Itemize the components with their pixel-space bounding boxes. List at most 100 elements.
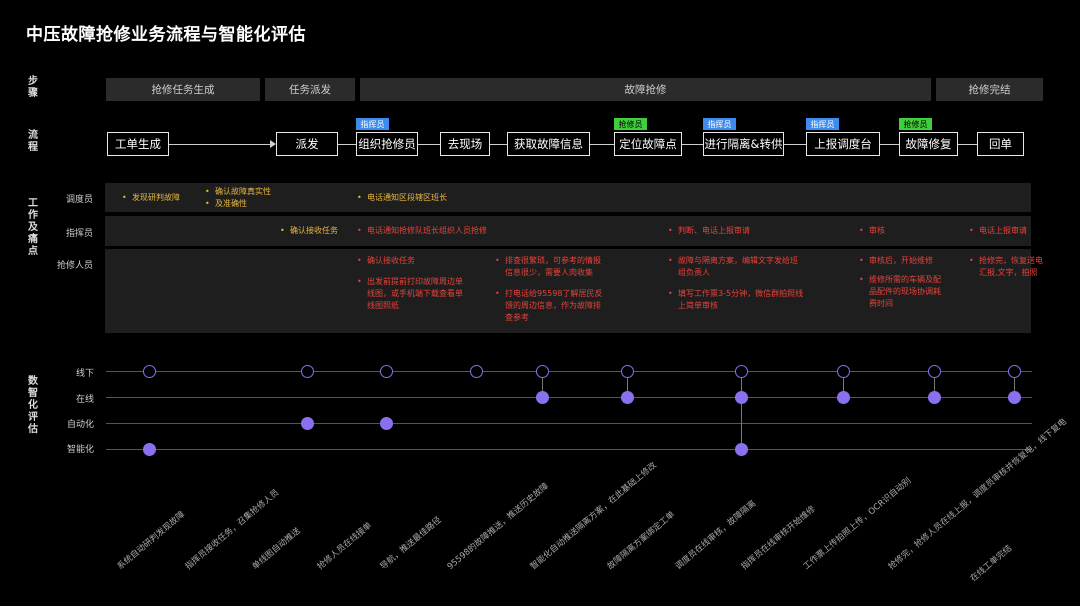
note-text: 出发前提前打印故障周边单	[367, 277, 463, 286]
note-text: 判断、电话上报审请	[678, 226, 750, 235]
flow-connector	[880, 144, 900, 145]
tag-commander: 指挥员	[356, 118, 389, 130]
note-text: 品配件的现场协调耗	[869, 287, 941, 296]
connector-line	[627, 378, 628, 391]
dot-offline	[470, 365, 483, 378]
eval-label: 抢修完，抢修人员在线上报，调度员审核并恢复电，线下复电	[886, 416, 1069, 572]
note-bullet: •	[280, 226, 285, 235]
dot-online	[735, 391, 748, 404]
note-bullet: •	[668, 256, 673, 265]
note-text: 抢修完，恢复送电	[979, 256, 1043, 265]
note-text: 及准确性	[215, 199, 247, 208]
tag-commander: 指挥员	[806, 118, 839, 130]
band-commander	[105, 216, 1031, 246]
note-text: 组负责人	[678, 268, 710, 277]
note-text: 填写工作票3-5分钟，微信群拍照线	[678, 289, 804, 298]
dot-automation	[301, 417, 314, 430]
note-text: 确认故障真实性	[215, 187, 271, 196]
connector-line	[934, 378, 935, 391]
note-bullet: •	[668, 289, 673, 298]
step-task-generation: 抢修任务生成	[106, 78, 260, 101]
note-bullet: •	[205, 187, 210, 196]
note-text: 审核	[869, 226, 885, 235]
dot-online	[536, 391, 549, 404]
flow-connector	[682, 144, 704, 145]
flow-connector	[784, 144, 806, 145]
flow-connector	[590, 144, 614, 145]
flow-organize-crew: 组织抢修员	[356, 132, 418, 156]
step-dispatch: 任务派发	[265, 78, 355, 101]
dot-automation	[380, 417, 393, 430]
connector-line	[1014, 378, 1015, 391]
step-repair: 故障抢修	[360, 78, 931, 101]
note-text: 维修所需的车辆及配	[869, 275, 941, 284]
connector-line	[741, 404, 742, 443]
note-text: 线图，或手机端下载查看单	[367, 289, 463, 298]
flow-connector	[490, 144, 508, 145]
row-label-flow: 流程	[28, 130, 38, 153]
dot-online	[928, 391, 941, 404]
flow-connector	[418, 144, 440, 145]
dot-intelligent	[735, 443, 748, 456]
dot-offline	[735, 365, 748, 378]
note-bullet: •	[495, 256, 500, 265]
eval-label: 故障隔离方案绑定工单	[605, 509, 678, 572]
level-line-intelligent	[106, 449, 1032, 450]
flow-connector	[338, 144, 358, 145]
dot-offline	[301, 365, 314, 378]
note-text: 排查很繁琐，可参考的情报	[505, 256, 601, 265]
note-bullet: •	[668, 226, 673, 235]
note-text: 电话通知区段辖区班长	[367, 193, 447, 202]
level-offline: 线下	[75, 369, 94, 379]
eval-label: 单线图自动推送	[250, 526, 303, 572]
level-online: 在线	[75, 395, 94, 405]
dot-intelligent	[143, 443, 156, 456]
dot-online	[837, 391, 850, 404]
flow-fault-repair: 故障修复	[899, 132, 958, 156]
eval-label: 导航，推送最佳路径	[378, 515, 444, 572]
tag-repairer: 抢修员	[614, 118, 647, 130]
note-bullet: •	[357, 193, 362, 202]
connector-line	[542, 378, 543, 391]
note-text: 汇报,文字，拍照	[979, 268, 1038, 277]
note-text: 查参考	[505, 313, 529, 322]
eval-label: 抢修人员在线接单	[315, 520, 375, 572]
note-bullet: •	[859, 226, 864, 235]
dot-offline	[621, 365, 634, 378]
note-bullet: •	[357, 277, 362, 286]
eval-label: 智能化自动推送隔离方案，在此基础上修改	[528, 460, 659, 572]
dot-offline	[837, 365, 850, 378]
role-dispatcher: 调度员	[65, 195, 93, 205]
page-title: 中压故障抢修业务流程与智能化评估	[26, 25, 306, 45]
connector-line	[741, 378, 742, 391]
note-text: 费时间	[869, 299, 893, 308]
dot-offline	[928, 365, 941, 378]
note-bullet: •	[357, 256, 362, 265]
dot-offline	[1008, 365, 1021, 378]
row-label-steps: 步骤	[28, 76, 38, 99]
flow-locate-fault: 定位故障点	[614, 132, 682, 156]
note-text: 电话通知抢修队班长组织人员抢修	[367, 226, 487, 235]
note-text: 馈的周边信息，作为故障排	[505, 301, 601, 310]
flow-close-order: 回单	[977, 132, 1024, 156]
level-automation: 自动化	[66, 420, 94, 430]
flow-dispatch: 派发	[276, 132, 338, 156]
dot-offline	[536, 365, 549, 378]
flow-go-to-site: 去现场	[440, 132, 490, 156]
note-bullet: •	[969, 226, 974, 235]
note-bullet: •	[357, 226, 362, 235]
note-text: 确认接收任务	[290, 226, 338, 235]
dot-online	[621, 391, 634, 404]
level-line-offline	[106, 371, 1032, 372]
note-text: 故障与隔离方案，编辑文字发给班	[678, 256, 798, 265]
eval-label: 系统自动研判发现故障	[115, 509, 188, 572]
note-text: 信息很少，需要人肉收集	[505, 268, 593, 277]
role-repair-crew: 抢修人员	[56, 261, 93, 271]
dot-offline	[143, 365, 156, 378]
flow-connector	[958, 144, 978, 145]
note-bullet: •	[859, 256, 864, 265]
level-intelligent: 智能化	[66, 445, 94, 455]
note-text: 电话上报审请	[979, 226, 1027, 235]
note-bullet: •	[859, 275, 864, 284]
tag-commander: 指挥员	[703, 118, 736, 130]
